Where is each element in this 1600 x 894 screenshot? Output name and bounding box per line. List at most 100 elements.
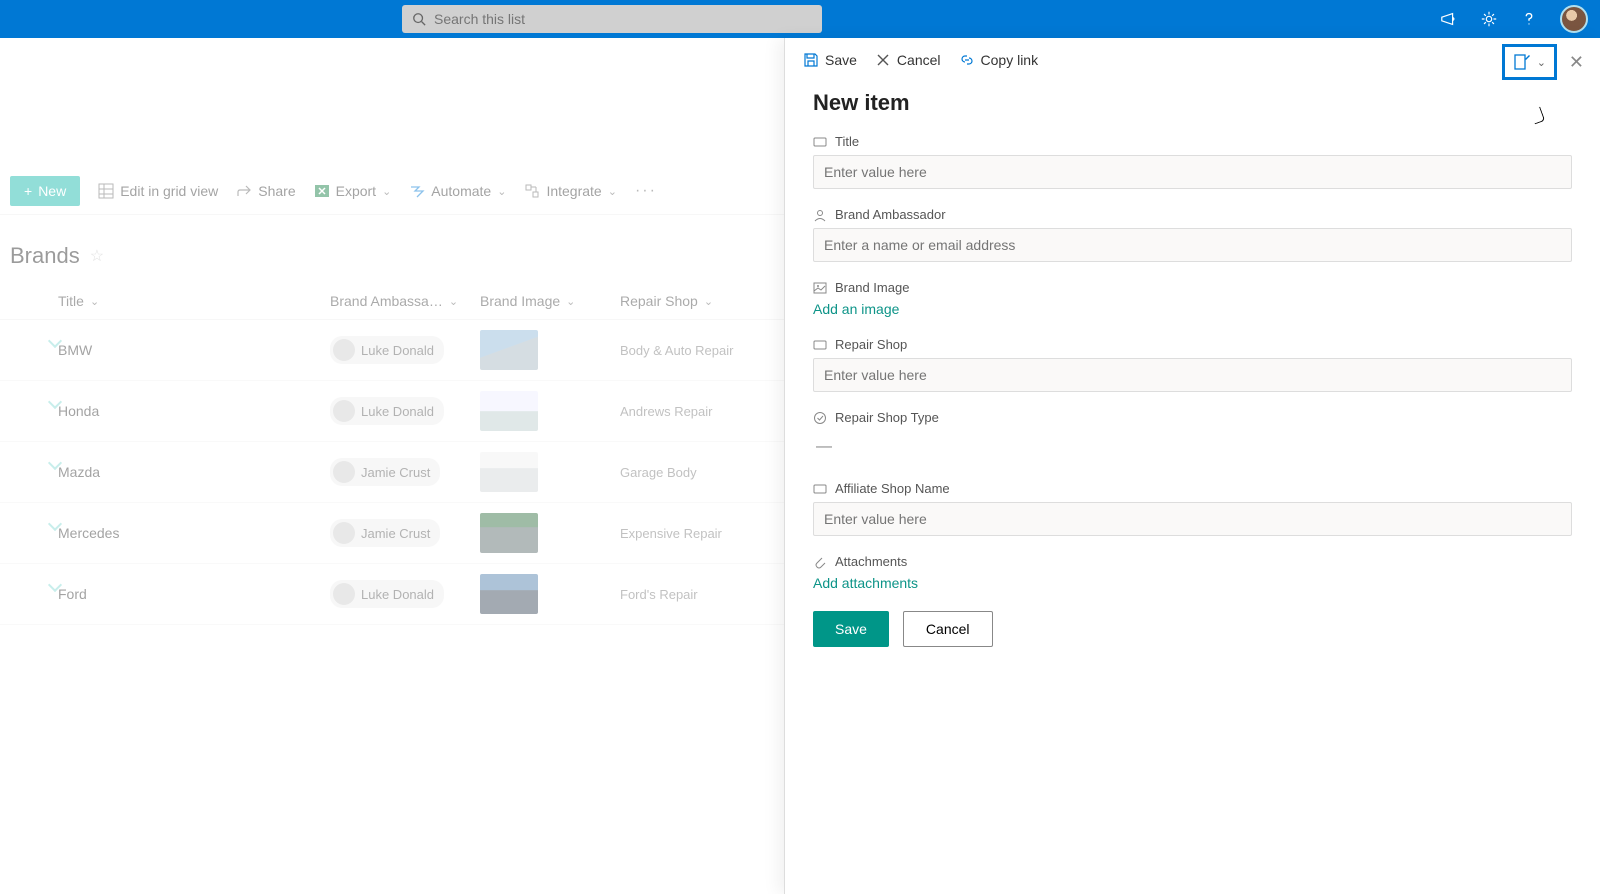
field-affiliate-label: Affiliate Shop Name: [835, 481, 950, 496]
grid-icon: [98, 183, 114, 199]
plus-icon: +: [24, 183, 32, 199]
excel-icon: [314, 183, 330, 199]
integrate-button[interactable]: Integrate ⌄: [524, 183, 616, 199]
panel-right-controls: ⌄ ✕: [1502, 44, 1590, 80]
column-shop[interactable]: Repair Shop⌄: [620, 293, 800, 309]
image-icon: [813, 281, 827, 295]
cell-image: [480, 330, 620, 370]
help-icon[interactable]: [1520, 10, 1538, 28]
cell-image: [480, 574, 620, 614]
edit-form-button[interactable]: ⌄: [1502, 44, 1557, 80]
panel-cancel-button[interactable]: Cancel: [875, 52, 941, 68]
field-shoptype-label: Repair Shop Type: [835, 410, 939, 425]
new-item-panel: Save Cancel Copy link ⌄ ✕ New item Title…: [784, 38, 1600, 894]
cell-image: [480, 391, 620, 431]
add-attachments-link[interactable]: Add attachments: [813, 575, 918, 591]
export-button[interactable]: Export ⌄: [314, 183, 392, 199]
person-pill[interactable]: Jamie Crust: [330, 519, 440, 547]
thumbnail[interactable]: [480, 513, 538, 553]
share-button[interactable]: Share: [236, 183, 295, 199]
chevron-down-icon: ⌄: [1537, 56, 1546, 69]
cell-image: [480, 452, 620, 492]
automate-button[interactable]: Automate ⌄: [409, 183, 506, 199]
avatar-icon: [333, 339, 355, 361]
field-image-label: Brand Image: [835, 280, 909, 295]
column-title[interactable]: Title⌄: [10, 293, 330, 309]
edit-grid-button[interactable]: Edit in grid view: [98, 183, 218, 199]
panel-copylink-label: Copy link: [981, 52, 1039, 68]
text-icon: [813, 135, 827, 149]
edit-grid-label: Edit in grid view: [120, 183, 218, 199]
new-button[interactable]: + New: [10, 176, 80, 206]
save-icon: [803, 52, 819, 68]
attachment-icon: [813, 555, 827, 569]
search-box[interactable]: [402, 5, 822, 33]
add-image-link[interactable]: Add an image: [813, 301, 899, 317]
panel-button-row: Save Cancel: [813, 611, 1572, 647]
cell-ambassador: Jamie Crust: [330, 519, 480, 547]
title-input[interactable]: [813, 155, 1572, 189]
panel-save-label: Save: [825, 52, 857, 68]
field-attachments-label: Attachments: [835, 554, 907, 569]
shop-input[interactable]: [813, 358, 1572, 392]
avatar-icon: [333, 400, 355, 422]
avatar-icon: [333, 583, 355, 605]
thumbnail[interactable]: [480, 391, 538, 431]
cell-title: Mercedes: [10, 525, 330, 541]
column-image[interactable]: Brand Image⌄: [480, 293, 620, 309]
cell-title: Ford: [10, 586, 330, 602]
megaphone-icon[interactable]: [1440, 10, 1458, 28]
search-input[interactable]: [434, 11, 812, 27]
cell-ambassador: Luke Donald: [330, 336, 480, 364]
shoptype-select[interactable]: —: [813, 431, 1572, 463]
top-bar-right: [1440, 5, 1588, 33]
close-icon: [875, 52, 891, 68]
gear-icon[interactable]: [1480, 10, 1498, 28]
person-pill[interactable]: Jamie Crust: [330, 458, 440, 486]
thumbnail[interactable]: [480, 574, 538, 614]
save-button[interactable]: Save: [813, 611, 889, 647]
chevron-down-icon: ⌄: [608, 185, 617, 198]
cell-title: BMW: [10, 342, 330, 358]
user-avatar[interactable]: [1560, 5, 1588, 33]
ambassador-input[interactable]: [813, 228, 1572, 262]
field-title: Title: [813, 134, 1572, 189]
export-label: Export: [336, 183, 376, 199]
panel-title: New item: [813, 90, 1572, 116]
panel-cancel-label: Cancel: [897, 52, 941, 68]
column-ambassador[interactable]: Brand Ambassa…⌄: [330, 293, 480, 309]
field-shop: Repair Shop: [813, 337, 1572, 392]
avatar-icon: [333, 461, 355, 483]
thumbnail[interactable]: [480, 330, 538, 370]
search-icon: [412, 12, 426, 26]
field-shop-label: Repair Shop: [835, 337, 907, 352]
thumbnail[interactable]: [480, 452, 538, 492]
cell-title: Mazda: [10, 464, 330, 480]
panel-save-button[interactable]: Save: [803, 52, 857, 68]
favorite-star-icon[interactable]: ☆: [90, 246, 104, 266]
panel-action-bar: Save Cancel Copy link: [803, 38, 1582, 82]
cell-ambassador: Luke Donald: [330, 580, 480, 608]
field-title-label: Title: [835, 134, 859, 149]
choice-icon: [813, 411, 827, 425]
integrate-label: Integrate: [546, 183, 601, 199]
cell-ambassador: Jamie Crust: [330, 458, 480, 486]
share-icon: [236, 183, 252, 199]
form-icon: [1513, 53, 1531, 71]
person-pill[interactable]: Luke Donald: [330, 336, 444, 364]
more-button[interactable]: ···: [635, 182, 657, 200]
text-icon: [813, 482, 827, 496]
cell-image: [480, 513, 620, 553]
chevron-down-icon: ⌄: [497, 185, 506, 198]
panel-copylink-button[interactable]: Copy link: [959, 52, 1039, 68]
person-pill[interactable]: Luke Donald: [330, 397, 444, 425]
panel-close-button[interactable]: ✕: [1563, 52, 1590, 73]
person-pill[interactable]: Luke Donald: [330, 580, 444, 608]
flow-icon: [409, 183, 425, 199]
cell-ambassador: Luke Donald: [330, 397, 480, 425]
cancel-button[interactable]: Cancel: [903, 611, 993, 647]
field-shoptype: Repair Shop Type —: [813, 410, 1572, 463]
affiliate-input[interactable]: [813, 502, 1572, 536]
share-label: Share: [258, 183, 295, 199]
field-image: Brand Image Add an image: [813, 280, 1572, 319]
